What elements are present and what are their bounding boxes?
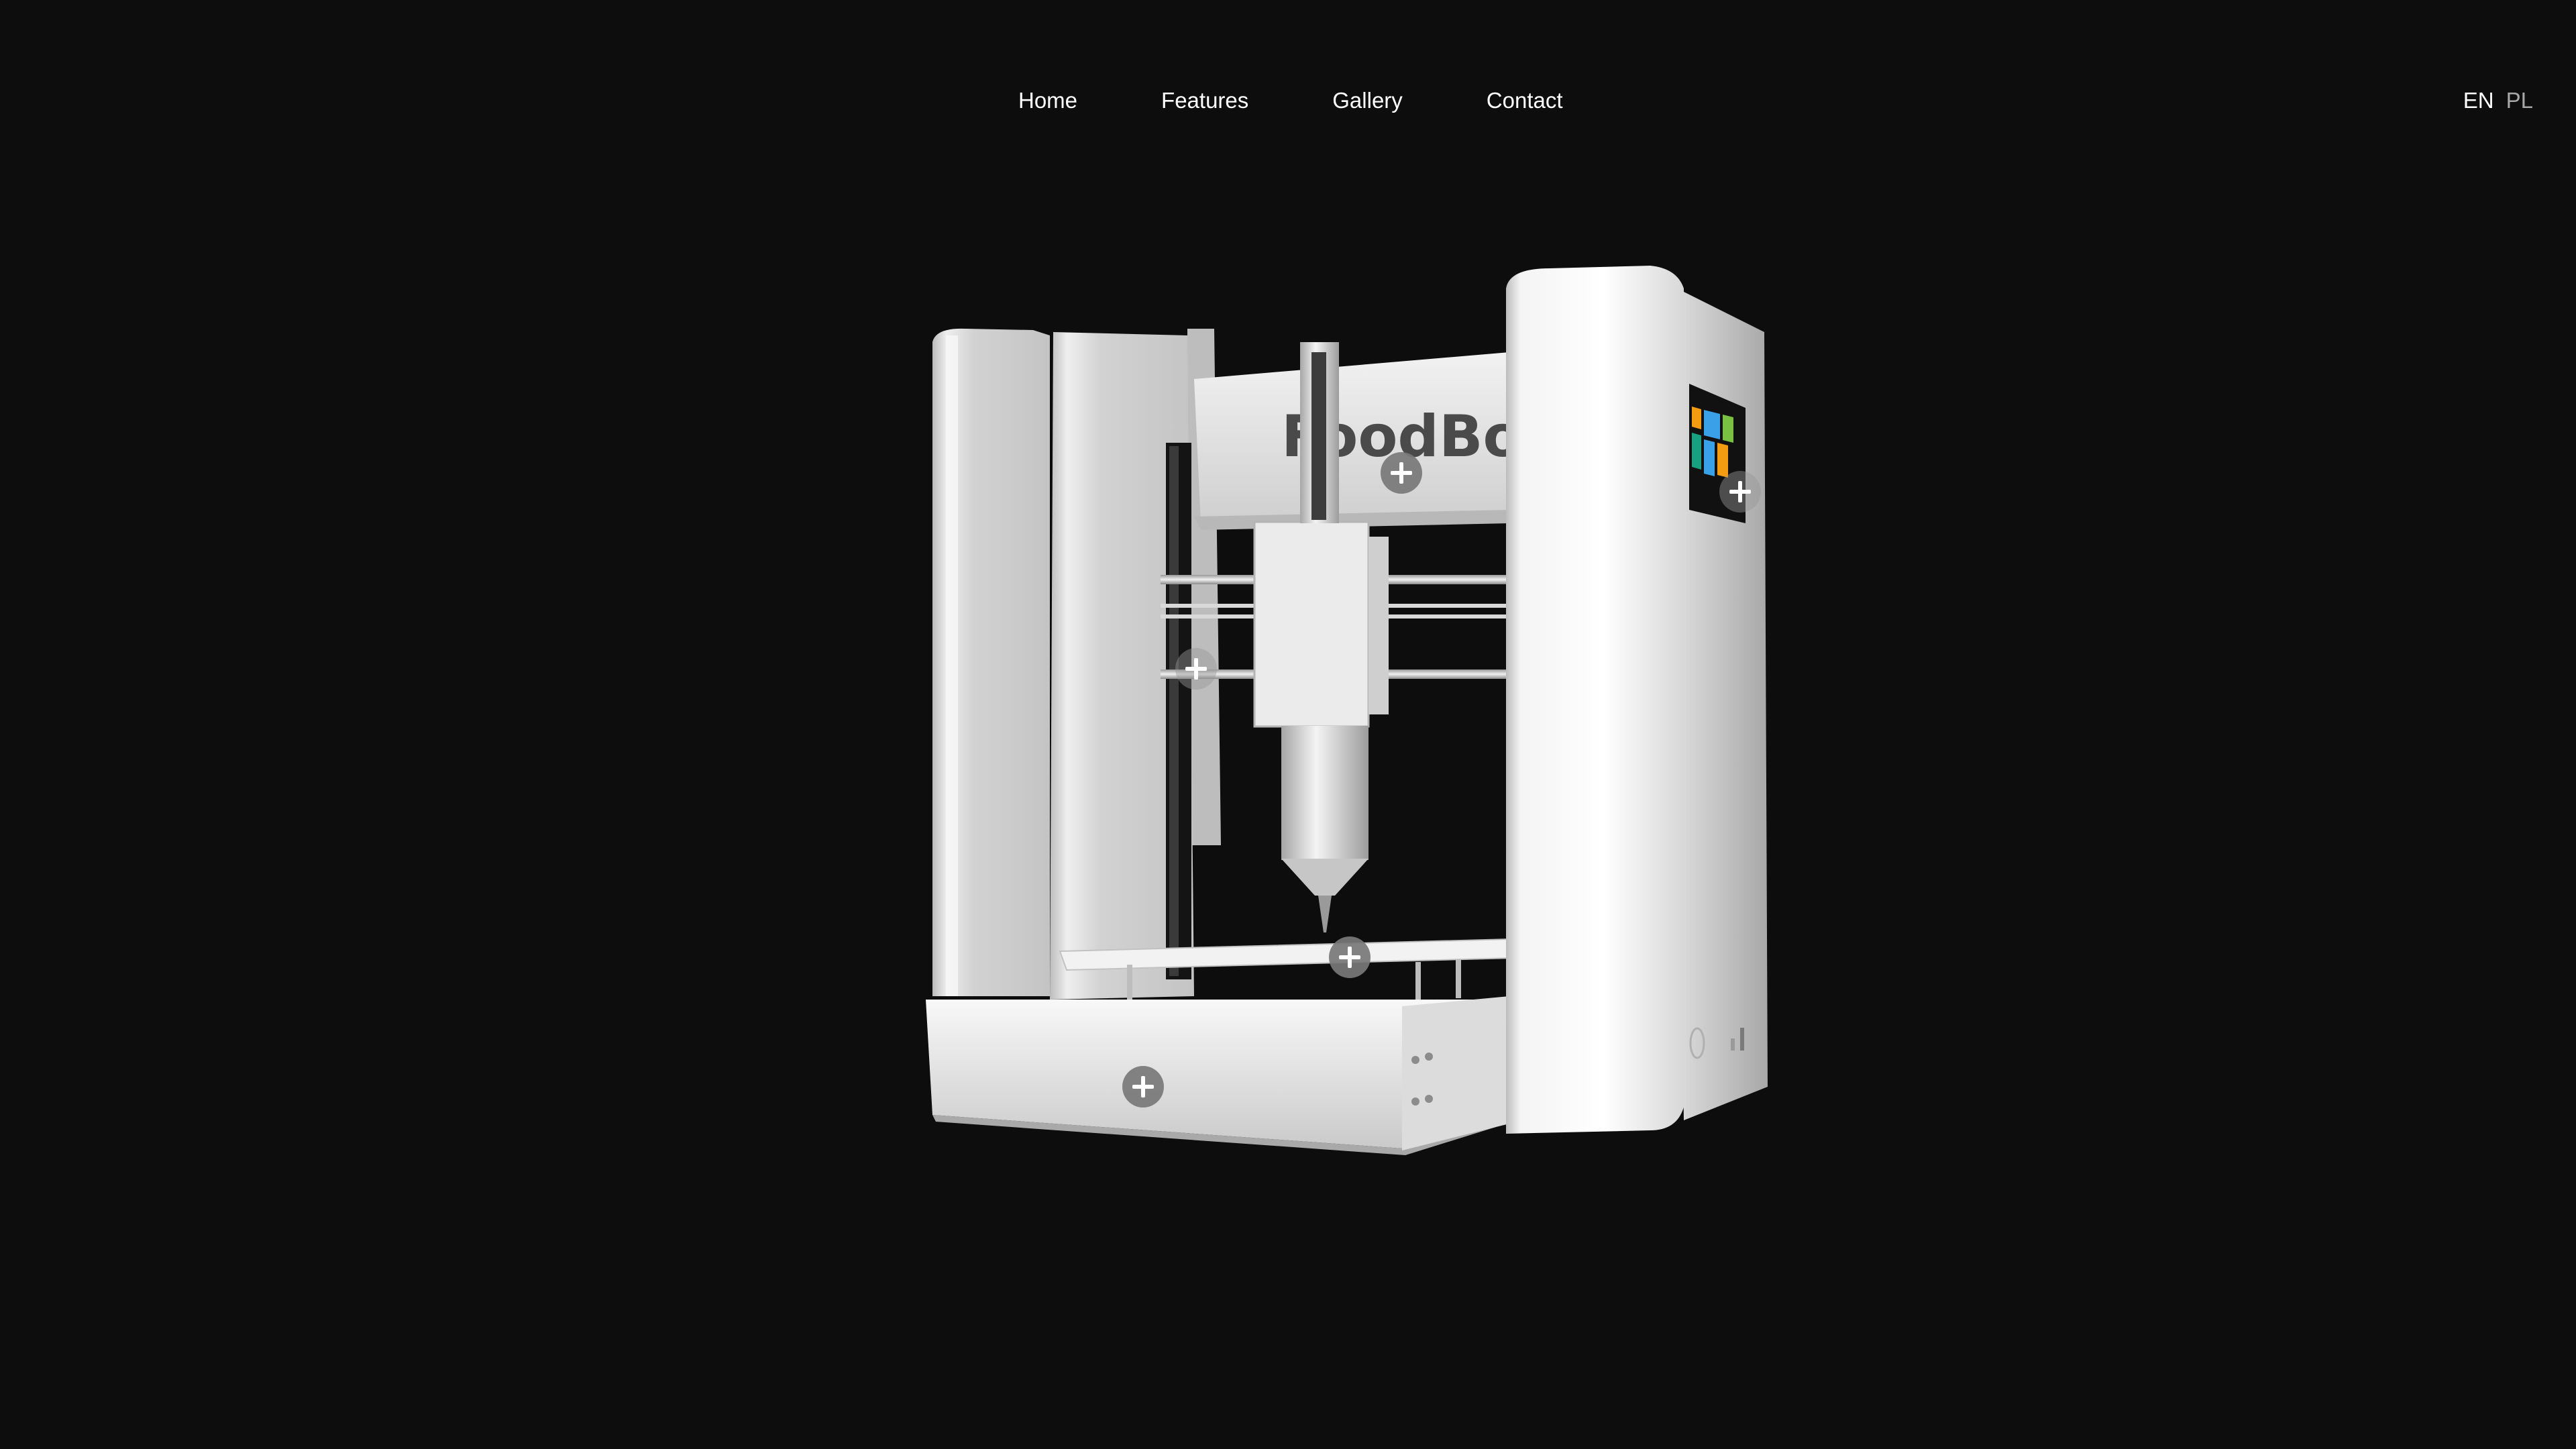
- landing-page: Home Features Gallery Contact EN PL Food…: [0, 0, 2576, 1449]
- hotspot-touchscreen[interactable]: [1719, 471, 1761, 513]
- plus-icon: [1339, 947, 1360, 968]
- plus-icon: [1391, 462, 1412, 484]
- language-pl-option[interactable]: PL: [2506, 85, 2533, 117]
- nav-features-link[interactable]: Features: [1161, 85, 1248, 117]
- plus-icon: [1132, 1076, 1154, 1097]
- language-en-option[interactable]: EN: [2463, 85, 2494, 117]
- printer-illustration: FoodBot: [926, 266, 1768, 1155]
- main-navigation: Home Features Gallery Contact: [1018, 85, 1563, 117]
- hotspot-nozzle[interactable]: [1329, 936, 1371, 978]
- hotspot-left-rail[interactable]: [1175, 648, 1217, 690]
- product-3d-viewer[interactable]: FoodBot: [906, 241, 1798, 1167]
- hotspot-base[interactable]: [1122, 1066, 1164, 1108]
- nav-home-link[interactable]: Home: [1018, 85, 1077, 117]
- plus-icon: [1185, 658, 1207, 680]
- plus-icon: [1729, 481, 1751, 502]
- nav-contact-link[interactable]: Contact: [1487, 85, 1563, 117]
- language-switcher: EN PL: [2463, 85, 2533, 117]
- hotspot-top-bar[interactable]: [1381, 452, 1422, 494]
- nav-gallery-link[interactable]: Gallery: [1332, 85, 1403, 117]
